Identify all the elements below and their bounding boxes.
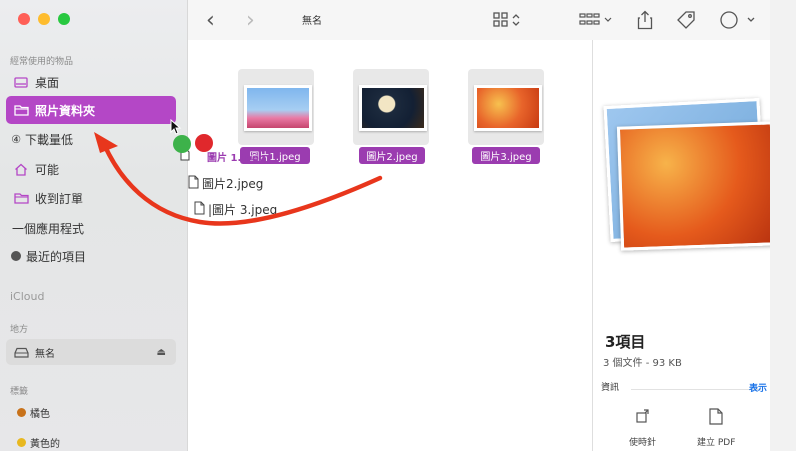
create-pdf-button[interactable]: 建立 PDF (697, 408, 735, 448)
document-icon (709, 408, 723, 425)
preview-subtitle: 3 個文件 - 93 KB (603, 358, 682, 369)
rotate-action-button[interactable]: 使時針 (629, 408, 656, 448)
preview-divider (631, 389, 761, 390)
preview-show-more-link[interactable]: 表示 (749, 381, 767, 394)
preview-title: 3項目 (605, 333, 646, 351)
desktop-background-strip (770, 0, 796, 451)
action-label: 建立 PDF (697, 438, 736, 448)
rotate-icon (635, 409, 649, 423)
action-label: 使時針 (629, 438, 657, 448)
preview-pane: 3項目 3 個文件 - 93 KB 資訊 表示 使時針 建立 PDF (592, 40, 778, 451)
preview-info-label: 資訊 (601, 383, 620, 393)
preview-photo-maple (616, 121, 778, 251)
